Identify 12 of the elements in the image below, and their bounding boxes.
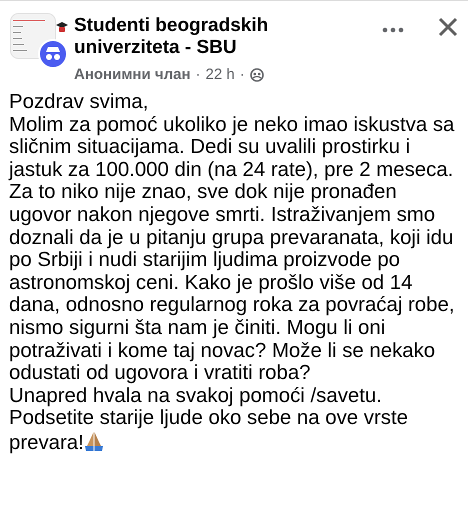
post-text: Molim za pomoć ukoliko je neko imao iskustva sa sličnim situacijama. Dedi su uvalili prostirku i jastuk za 100.000 din (na 24 rate), pre 2 meseca. Za to niko nije znao, sve dok nije pronađen ugovor nakon njegove smrti. Istraživanjem smo doznali da je u pitanju grupa prevaranata, koji idu po Srbiji i nudi starijim ljudima proizvode po astronomskoj ceni. Kako je prošlo više od 14 dana, odnosno regularnog roka za povraćaj robe, nismo sigurni šta nam je činiti. Mogu li oni potraživati i kome taj novac? Može li se nekako odustati od ugovora i vratiti roba? — [9, 114, 456, 385]
post-text: Unapred hvala na svakoj pomoći /savetu. — [9, 384, 383, 408]
separator: · — [196, 66, 201, 83]
post-text: Podsetite starije ljude oko sebe na ove vrste prevara! — [9, 407, 409, 454]
post-text: Pozdrav svima, — [9, 91, 150, 114]
author-name: Анонимни члан — [74, 66, 191, 83]
more-options-icon[interactable] — [382, 27, 404, 33]
separator: · — [240, 66, 245, 83]
group-name[interactable]: Studenti beogradskih univerziteta - SBU — [74, 15, 376, 59]
group-avatar[interactable] — [10, 13, 68, 69]
post-time[interactable]: 22 h — [206, 66, 235, 83]
close-icon[interactable] — [438, 17, 458, 37]
